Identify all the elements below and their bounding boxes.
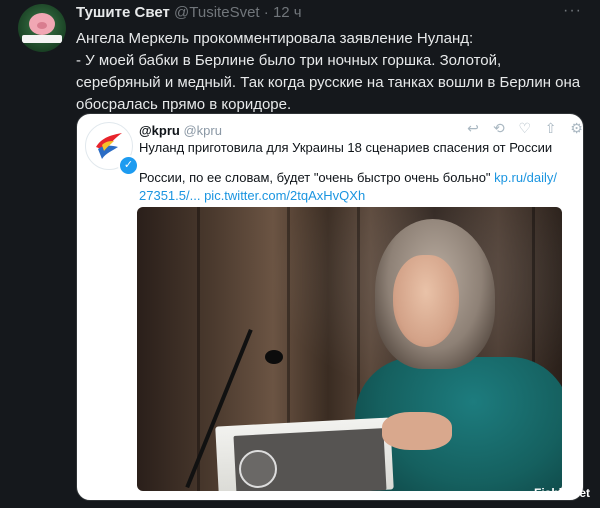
photo-hand <box>382 412 452 450</box>
share-icon[interactable]: ⇧ <box>540 120 562 137</box>
tweet-text-line: - У моей бабки в Берлине было три ночных… <box>76 52 502 69</box>
kpru-avatar[interactable]: ✓ <box>85 122 139 176</box>
more-horizontal-icon[interactable]: ··· <box>563 2 582 20</box>
article-link[interactable]: kp.ru/daily/ <box>494 170 557 185</box>
avatar-ribbon <box>22 35 62 43</box>
like-icon[interactable]: ♡ <box>514 120 536 137</box>
quote-body: России, по ее словам, будет "очень быстр… <box>139 169 575 205</box>
settings-icon[interactable]: ⚙ <box>566 120 583 137</box>
tweet: Тушите Свет @TusiteSvet · 12 ч ··· Ангел… <box>0 0 600 508</box>
tweet-header: Тушите Свет @TusiteSvet · 12 ч <box>76 4 302 21</box>
quote-body-text: России, по ее словам, будет "очень быстр… <box>139 170 491 185</box>
photo-face <box>393 255 459 347</box>
reply-icon[interactable]: ↩ <box>462 120 484 137</box>
tweet-text: Ангела Меркель прокомментировала заявлен… <box>76 28 586 116</box>
article-link-cont[interactable]: 27351.5/... <box>139 188 200 203</box>
quote-actions: ↩ ⟲ ♡ ⇧ ⚙ <box>462 120 583 137</box>
tweet-time[interactable]: 12 ч <box>273 4 302 21</box>
quote-handle[interactable]: @kpru <box>183 123 222 138</box>
photo-microphone-head <box>265 350 283 364</box>
watermark: Fishki.net <box>534 486 591 500</box>
tweet-text-line: серебряный и медный. Так когда русские н… <box>76 74 581 91</box>
quote-photo[interactable] <box>137 207 562 491</box>
pig-snout <box>37 22 47 29</box>
user-handle[interactable]: @TusiteSvet <box>174 4 260 21</box>
quote-display-name[interactable]: @kpru <box>139 123 180 138</box>
quoted-tweet-card[interactable]: ✓ @kpru @kpru ↩ ⟲ ♡ ⇧ ⚙ Нуланд приготови… <box>76 113 584 501</box>
pic-link[interactable]: pic.twitter.com/2tqAxHvQXh <box>204 188 365 203</box>
quote-title: Нуланд приготовила для Украины 18 сценар… <box>139 140 553 155</box>
retweet-icon[interactable]: ⟲ <box>488 120 510 137</box>
separator-dot: · <box>263 4 269 21</box>
photo-seal <box>239 450 277 488</box>
display-name[interactable]: Тушите Свет <box>76 4 170 21</box>
tweet-text-line: Ангела Меркель прокомментировала заявлен… <box>76 30 474 47</box>
quote-header: @kpru @kpru <box>139 123 222 138</box>
verified-badge-icon: ✓ <box>118 155 139 176</box>
user-avatar[interactable] <box>18 4 66 52</box>
